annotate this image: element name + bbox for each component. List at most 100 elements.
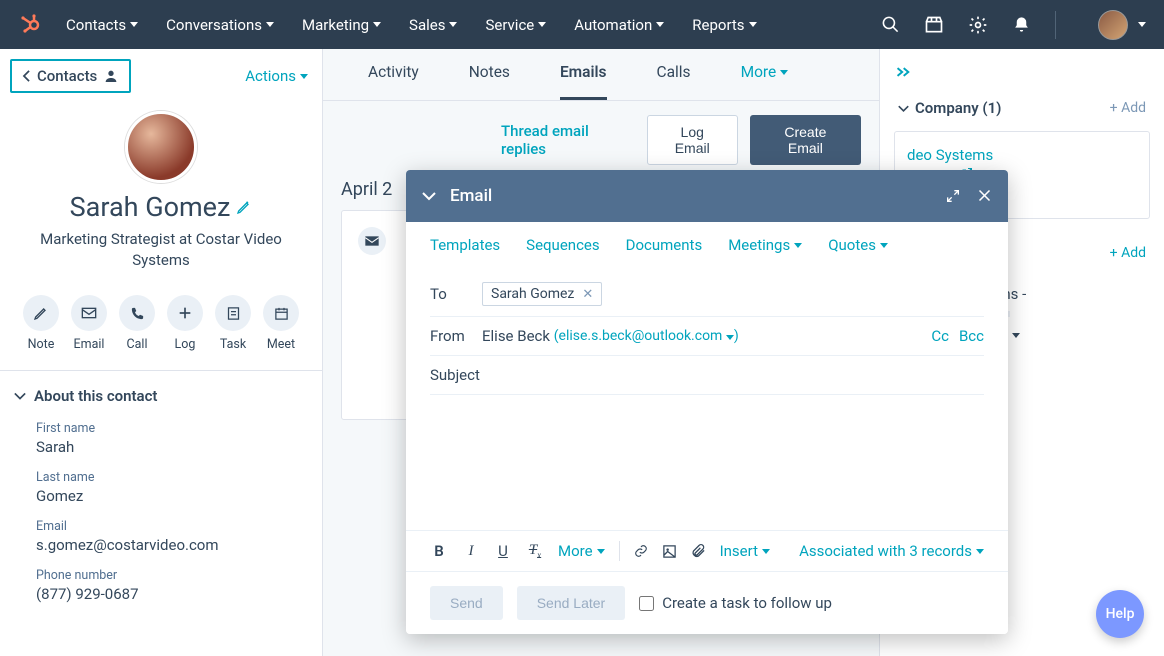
envelope-icon [364, 235, 380, 247]
subject-row[interactable]: Subject [430, 356, 984, 395]
checklist-icon [226, 306, 241, 321]
about-section-header[interactable]: About this contact [0, 371, 322, 415]
to-label: To [430, 285, 482, 303]
thread-replies-link[interactable]: Thread email replies [501, 122, 635, 158]
mid-actions: Thread email replies Log Email Create Em… [323, 101, 879, 179]
field-value: Sarah [36, 438, 286, 456]
chevron-down-icon [898, 103, 909, 114]
italic-button[interactable]: I [462, 543, 480, 560]
chevron-down-icon [762, 549, 770, 554]
attachment-icon[interactable] [691, 543, 706, 559]
action-label: Note [28, 337, 55, 352]
tab-more[interactable]: More [741, 63, 789, 100]
cc-link[interactable]: Cc [931, 327, 949, 345]
note-button[interactable]: Note [23, 295, 59, 352]
help-button[interactable]: Help [1096, 590, 1144, 638]
create-email-button[interactable]: Create Email [750, 115, 861, 165]
log-button[interactable]: Log [167, 295, 203, 352]
marketplace-icon[interactable] [924, 15, 944, 35]
quotes-tab[interactable]: Quotes [828, 236, 888, 254]
follow-up-task-checkbox[interactable]: Create a task to follow up [639, 594, 832, 612]
action-label: Meet [267, 337, 295, 352]
call-button[interactable]: Call [119, 295, 155, 352]
gear-icon[interactable] [968, 15, 988, 35]
task-button[interactable]: Task [215, 295, 251, 352]
pencil-icon[interactable] [236, 199, 252, 215]
from-email-text: (elise.s.beck@outlook.com [554, 328, 723, 344]
associated-records-dropdown[interactable]: Associated with 3 records [799, 542, 984, 560]
link-icon[interactable] [634, 543, 648, 559]
bell-icon[interactable] [1012, 15, 1031, 34]
compose-footer: Send Send Later Create a task to follow … [406, 571, 1008, 634]
company-name: deo Systems [907, 146, 993, 164]
nav-label: Sales [409, 16, 445, 34]
company-name-link[interactable]: deo Systems [907, 146, 1137, 164]
field-phone[interactable]: Phone number(877) 929-0687 [0, 562, 322, 611]
email-activity-icon [358, 227, 386, 255]
activity-tabs: Activity Notes Emails Calls More [323, 49, 879, 101]
nav-service[interactable]: Service [485, 16, 546, 34]
tab-notes[interactable]: Notes [469, 63, 510, 100]
nav-sales[interactable]: Sales [409, 16, 457, 34]
task-checkbox-input[interactable] [639, 596, 654, 611]
compose-title: Email [450, 186, 492, 206]
recipient-name: Sarah Gomez [491, 286, 574, 302]
nav-contacts[interactable]: Contacts [66, 16, 138, 34]
log-email-button[interactable]: Log Email [647, 115, 738, 165]
clear-format-button[interactable]: Tx [526, 542, 544, 560]
send-button[interactable]: Send [430, 586, 503, 620]
company-section-header: Company (1) + Add [890, 89, 1154, 127]
tab-calls[interactable]: Calls [657, 63, 691, 100]
expand-icon[interactable] [945, 188, 961, 204]
quotes-label: Quotes [828, 236, 876, 254]
more-format-dropdown[interactable]: More [558, 542, 605, 560]
hubspot-logo[interactable] [18, 12, 44, 38]
minimize-icon[interactable] [422, 191, 436, 201]
chevron-down-icon [300, 74, 308, 79]
tab-emails[interactable]: Emails [560, 63, 607, 100]
nav-automation[interactable]: Automation [574, 16, 664, 34]
meetings-tab[interactable]: Meetings [728, 236, 802, 254]
tab-activity[interactable]: Activity [368, 63, 419, 100]
contact-name: Sarah Gomez [20, 191, 302, 223]
email-body-editor[interactable] [430, 395, 984, 530]
chevron-down-icon[interactable] [1138, 22, 1146, 27]
add-company-link[interactable]: + Add [1110, 100, 1146, 116]
email-button[interactable]: Email [71, 295, 107, 352]
user-avatar[interactable] [1098, 10, 1128, 40]
documents-tab[interactable]: Documents [626, 236, 703, 254]
field-lastname[interactable]: Last name Gomez [0, 464, 322, 513]
field-email[interactable]: Emails.gomez@costarvideo.com [0, 513, 322, 562]
field-firstname[interactable]: First nameSarah [0, 415, 322, 464]
add-deal-link[interactable]: + Add [1110, 245, 1146, 261]
recipient-chip[interactable]: Sarah Gomez ✕ [482, 282, 602, 306]
send-later-button[interactable]: Send Later [517, 586, 626, 620]
field-label: Last name [36, 470, 286, 485]
collapse-sidebar-button[interactable] [890, 65, 1154, 89]
from-email-dropdown[interactable]: (elise.s.beck@outlook.com ) [554, 328, 739, 344]
search-icon[interactable] [881, 15, 900, 34]
contact-avatar[interactable] [125, 111, 197, 183]
actions-label: Actions [245, 67, 296, 85]
from-name: Elise Beck [482, 327, 550, 345]
close-icon[interactable] [977, 188, 992, 203]
templates-tab[interactable]: Templates [430, 236, 500, 254]
nav-conversations[interactable]: Conversations [166, 16, 274, 34]
nav-reports[interactable]: Reports [692, 16, 756, 34]
bcc-link[interactable]: Bcc [959, 327, 984, 345]
back-contacts-button[interactable]: Contacts [10, 59, 131, 93]
nav-label: Service [485, 16, 534, 34]
underline-button[interactable]: U [494, 542, 512, 560]
meet-button[interactable]: Meet [263, 295, 299, 352]
insert-dropdown[interactable]: Insert [720, 542, 770, 560]
sequences-tab[interactable]: Sequences [526, 236, 599, 254]
remove-recipient-icon[interactable]: ✕ [582, 287, 593, 302]
actions-dropdown[interactable]: Actions [245, 67, 308, 85]
company-section-toggle[interactable]: Company (1) [898, 99, 1001, 117]
chevron-down-icon [1012, 333, 1020, 338]
image-icon[interactable] [662, 544, 677, 559]
nav-marketing[interactable]: Marketing [302, 16, 381, 34]
bold-button[interactable]: B [430, 542, 448, 560]
field-value: Gomez [36, 487, 286, 505]
chevron-down-icon [597, 549, 605, 554]
